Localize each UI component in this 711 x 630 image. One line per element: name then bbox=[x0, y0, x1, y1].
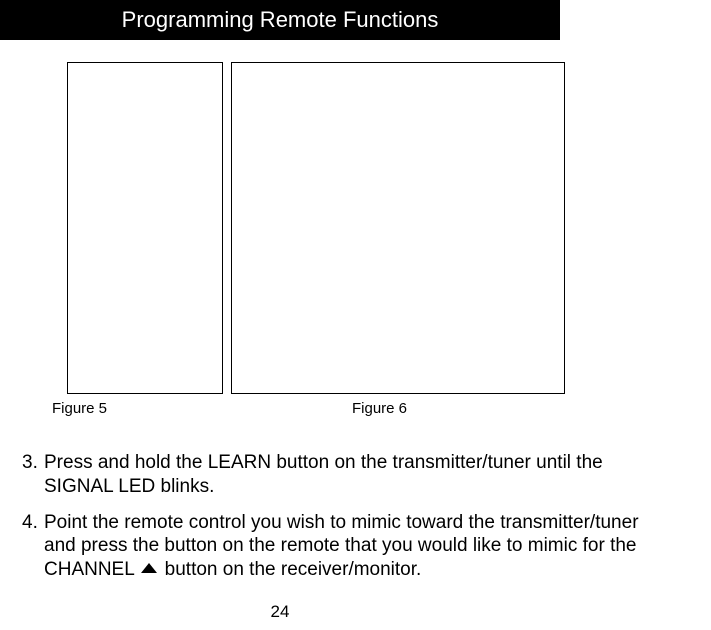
figure-labels: Figure 5 Figure 6 bbox=[52, 400, 711, 417]
figure-5-box bbox=[67, 62, 223, 394]
channel-up-icon bbox=[141, 563, 157, 573]
page-number: 24 bbox=[0, 602, 560, 622]
figures-row bbox=[67, 62, 711, 394]
step-3-text: Press and hold the LEARN button on the t… bbox=[44, 451, 661, 499]
step-3: 3. Press and hold the LEARN button on th… bbox=[22, 451, 661, 499]
step-4-text: Point the remote control you wish to mim… bbox=[44, 511, 661, 582]
step-4-text-b: button on the receiver/monitor. bbox=[165, 559, 422, 580]
step-3-number: 3. bbox=[22, 451, 44, 499]
figure-6-label: Figure 6 bbox=[352, 400, 407, 417]
section-title: Programming Remote Functions bbox=[122, 7, 439, 32]
figure-6-box bbox=[231, 62, 565, 394]
instruction-steps: 3. Press and hold the LEARN button on th… bbox=[22, 451, 661, 582]
section-header: Programming Remote Functions bbox=[0, 0, 560, 40]
figure-5-label: Figure 5 bbox=[52, 400, 142, 417]
step-4: 4. Point the remote control you wish to … bbox=[22, 511, 661, 582]
step-4-number: 4. bbox=[22, 511, 44, 582]
